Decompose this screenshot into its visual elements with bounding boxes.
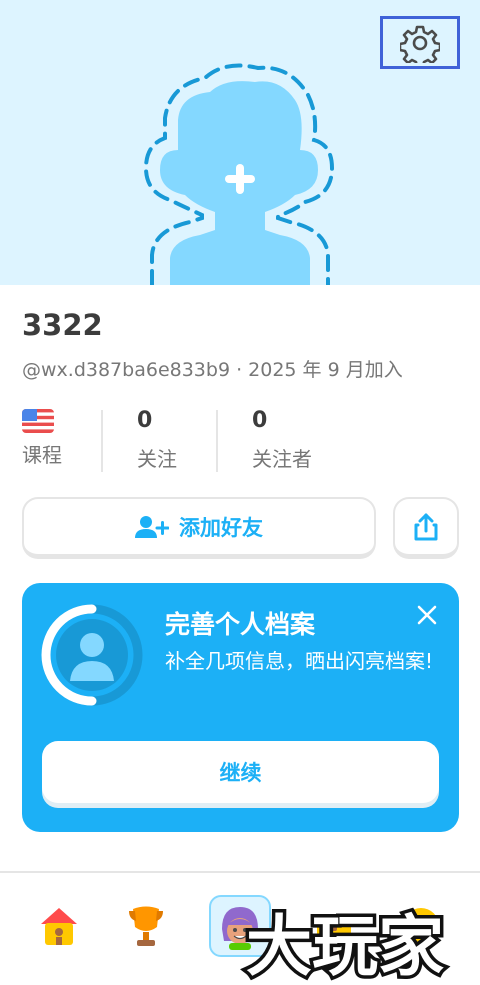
stat-followers-label: 关注者 — [252, 447, 312, 471]
promo-title: 完善个人档案 — [165, 610, 316, 639]
stat-followers[interactable]: 0 关注者 — [252, 405, 312, 475]
gear-icon — [400, 25, 440, 63]
us-flag-icon — [22, 409, 54, 433]
divider — [216, 410, 218, 472]
share-icon — [414, 513, 438, 540]
stat-followers-value: 0 — [252, 408, 268, 433]
tab-home[interactable] — [28, 895, 90, 957]
profile-stats: 课程 0 关注 0 关注者 — [0, 405, 480, 475]
share-button[interactable] — [393, 497, 459, 559]
add-friend-button[interactable]: 添加好友 — [22, 497, 376, 559]
add-user-icon — [135, 515, 169, 538]
trophy-icon — [129, 906, 163, 946]
watermark-text: 大玩家 — [246, 908, 444, 985]
stat-following-value: 0 — [137, 408, 153, 433]
home-icon — [41, 908, 77, 945]
settings-button[interactable] — [380, 16, 460, 69]
stat-following[interactable]: 0 关注 — [137, 405, 177, 475]
stat-courses[interactable]: 课程 — [22, 405, 62, 475]
complete-profile-card: 完善个人档案 补全几项信息，晒出闪亮档案! 继续 — [22, 583, 459, 832]
add-friend-label: 添加好友 — [179, 515, 263, 540]
user-handle-join-date: @wx.d387ba6e833b9 · 2025 年 9 月加入 — [22, 359, 403, 381]
stat-following-label: 关注 — [137, 447, 177, 471]
tab-leagues[interactable] — [115, 895, 177, 957]
profile-header — [0, 0, 480, 285]
username: 3322 — [22, 308, 103, 342]
continue-button[interactable]: 继续 — [42, 741, 439, 803]
divider — [101, 410, 103, 472]
next-section-heading: 好友 — [22, 858, 122, 872]
profile-progress-ring — [41, 604, 143, 706]
promo-description: 补全几项信息，晒出闪亮档案! — [165, 649, 434, 673]
continue-label: 继续 — [219, 761, 262, 785]
watermark-logo: 大玩家 — [243, 905, 448, 985]
close-icon[interactable] — [415, 603, 439, 627]
stat-courses-label: 课程 — [22, 443, 62, 467]
